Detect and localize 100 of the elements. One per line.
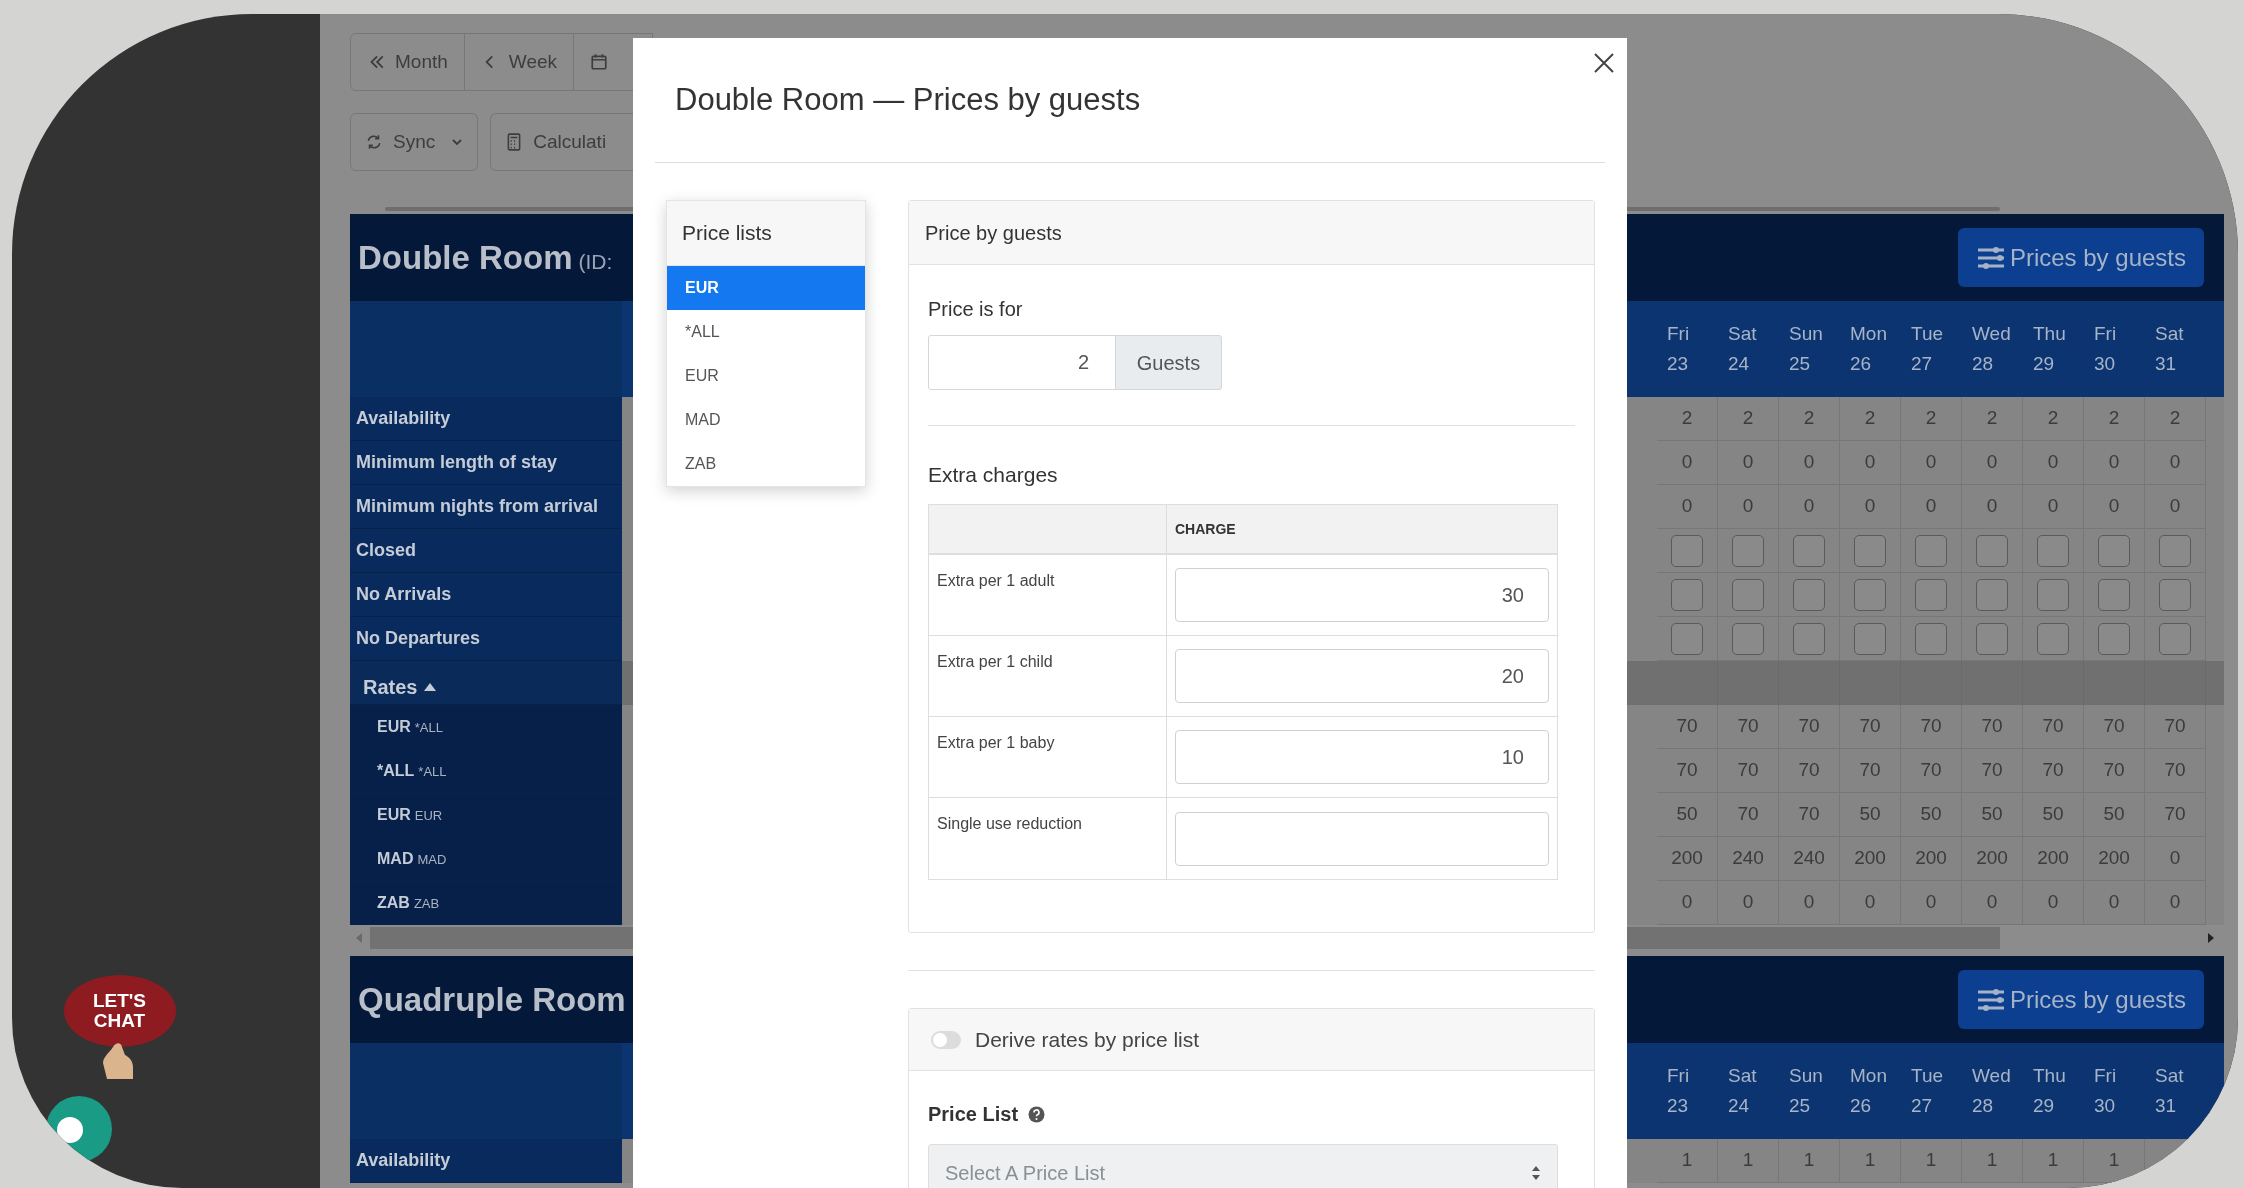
checkbox[interactable] (1854, 578, 1886, 611)
grid-value: 50 (1676, 802, 1698, 827)
checkbox[interactable] (1671, 534, 1703, 567)
grid-value: 70 (1981, 714, 2003, 739)
prices-by-guests-button[interactable]: Prices by guests (1957, 228, 2204, 287)
rates-toggle[interactable]: Rates (363, 671, 418, 702)
grid-value: 200 (1915, 846, 1947, 871)
grid-value: 70 (1676, 758, 1698, 783)
scroll-right-arrow-icon (2206, 932, 2216, 944)
row-label: Minimum nights from arrival (355, 495, 599, 518)
grid-value: 0 (1742, 450, 1754, 475)
grid-value: 200 (2037, 846, 2069, 871)
chat-sticker[interactable]: LET'S CHAT (63, 975, 176, 1047)
guests-input[interactable]: 2 (928, 335, 1116, 390)
price-list-item[interactable]: *ALL (667, 310, 865, 354)
grid-value: 70 (1920, 758, 1942, 783)
weekday-label: Sat (2155, 322, 2185, 346)
day-number: 27 (1911, 1094, 1934, 1118)
grid-value: 0 (2108, 494, 2120, 519)
grid-value: 50 (1920, 802, 1942, 827)
day-number: 27 (1911, 352, 1934, 376)
row-label: No Departures (355, 627, 481, 650)
day-number: 25 (1789, 1094, 1812, 1118)
weekday-label: Fri (2094, 1064, 2118, 1088)
checkbox[interactable] (2159, 578, 2191, 611)
checkbox[interactable] (2037, 534, 2069, 567)
checkbox[interactable] (1671, 578, 1703, 611)
charge-input[interactable]: 10 (1175, 730, 1549, 784)
grid-value: 70 (1859, 714, 1881, 739)
checkbox[interactable] (1793, 578, 1825, 611)
grid-value: 50 (1981, 802, 2003, 827)
checkbox[interactable] (1854, 534, 1886, 567)
grid-value: 70 (2042, 758, 2064, 783)
grid-value: 0 (1864, 890, 1876, 915)
checkbox[interactable] (1793, 534, 1825, 567)
checkbox[interactable] (2037, 622, 2069, 655)
sync-icon (365, 133, 383, 151)
grid-value: 1 (1986, 1148, 1998, 1173)
checkbox[interactable] (1976, 534, 2008, 567)
weekday-label: Wed (1972, 1064, 2012, 1088)
checkbox[interactable] (2098, 578, 2130, 611)
grid-value: 70 (2042, 714, 2064, 739)
charge-input[interactable]: 30 (1175, 568, 1549, 622)
grid-value: 70 (2164, 714, 2186, 739)
checkbox[interactable] (1915, 534, 1947, 567)
checkbox[interactable] (2098, 622, 2130, 655)
grid-value: 70 (1737, 714, 1759, 739)
room-title: Double Room (358, 237, 573, 278)
weekday-label: Sat (2155, 1064, 2185, 1088)
room-title: Quadruple Room (358, 979, 626, 1020)
charge-input[interactable]: 20 (1175, 649, 1549, 703)
grid-value: 1 (1925, 1148, 1937, 1173)
weekday-label: Fri (1667, 322, 1691, 346)
grid-value: 0 (1803, 890, 1815, 915)
day-number: 30 (2094, 1094, 2117, 1118)
weekday-label: Thu (2033, 1064, 2067, 1088)
grid-value: 0 (2108, 890, 2120, 915)
weekday-label: Mon (1850, 1064, 1888, 1088)
checkbox[interactable] (2159, 622, 2191, 655)
grid-value: 200 (2098, 846, 2130, 871)
checkbox[interactable] (1793, 622, 1825, 655)
grid-value: 0 (1925, 890, 1937, 915)
toggle-switch[interactable] (931, 1030, 961, 1049)
charge-label: Extra per 1 adult (937, 572, 1055, 589)
grid-value: 0 (1681, 890, 1693, 915)
field-label: Price is for (928, 297, 1024, 322)
grid-value: 2 (1803, 406, 1815, 431)
checkbox[interactable] (2037, 578, 2069, 611)
checkbox[interactable] (1976, 578, 2008, 611)
prices-by-guests-button[interactable]: Prices by guests (1957, 970, 2204, 1029)
charge-input[interactable] (1175, 811, 1549, 866)
price-list-item[interactable]: ZAB (667, 442, 865, 486)
checkbox[interactable] (1732, 534, 1764, 567)
checkbox[interactable] (2098, 534, 2130, 567)
checkbox[interactable] (1976, 622, 2008, 655)
price-list-item[interactable]: EUR (667, 354, 865, 398)
grid-value: 70 (1798, 802, 1820, 827)
weekday-label: Fri (1667, 1064, 1691, 1088)
grid-value: 0 (1803, 450, 1815, 475)
day-number: 31 (2155, 352, 2178, 376)
grid-value: 0 (2108, 450, 2120, 475)
checkbox[interactable] (2159, 534, 2191, 567)
checkbox[interactable] (1854, 622, 1886, 655)
row-label: No Arrivals (355, 583, 452, 606)
checkbox[interactable] (1915, 622, 1947, 655)
rate-code: ZAB (377, 892, 410, 913)
checkbox[interactable] (1915, 578, 1947, 611)
day-number: 25 (1789, 352, 1812, 376)
day-number: 24 (1728, 352, 1751, 376)
rate-list: MAD (417, 849, 447, 869)
checkbox[interactable] (1671, 622, 1703, 655)
grid-value: 50 (2103, 802, 2125, 827)
checkbox[interactable] (1732, 578, 1764, 611)
grid-value: 1 (2047, 1148, 2059, 1173)
price-list-item[interactable]: MAD (667, 398, 865, 442)
grid-value: 70 (1676, 714, 1698, 739)
price-list-item[interactable]: EUR (667, 266, 865, 310)
day-number: 24 (1728, 1094, 1751, 1118)
grid-value: 0 (2169, 890, 2181, 915)
checkbox[interactable] (1732, 622, 1764, 655)
